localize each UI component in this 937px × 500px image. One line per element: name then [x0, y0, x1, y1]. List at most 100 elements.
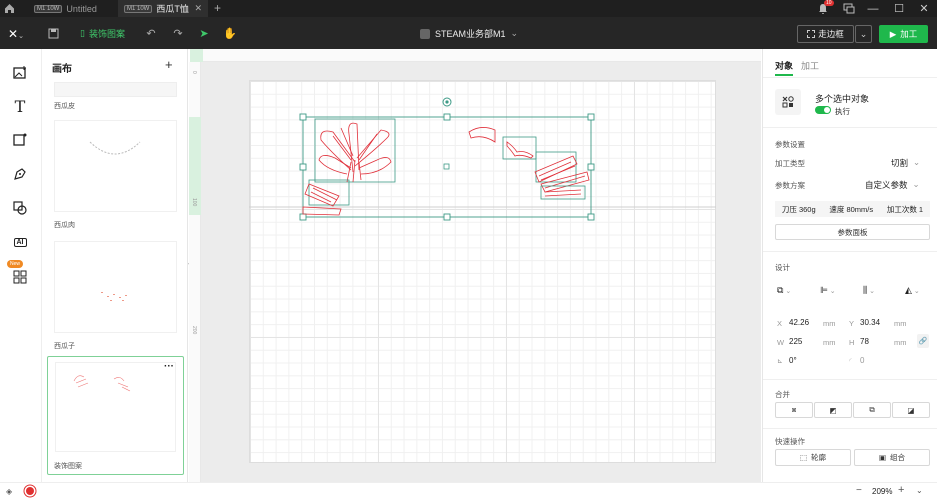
zoom-level[interactable]: 209% [872, 487, 892, 496]
frame-icon [807, 30, 816, 38]
outline-icon: ⬚ [799, 453, 808, 462]
param-panel-label: 参数面板 [837, 227, 868, 237]
palm-leaf-shape[interactable] [314, 118, 396, 183]
tab-title: Untitled [66, 3, 97, 14]
intersect-button[interactable]: ⧉ [853, 402, 891, 418]
image-add-icon[interactable] [11, 64, 29, 82]
chat-icon[interactable] [843, 3, 855, 15]
add-tab-button[interactable]: + [214, 1, 221, 15]
layer-label: 装饰图案 [54, 463, 82, 470]
align-left-icon[interactable]: ⊫ ⌄ [820, 285, 836, 296]
select-cursor-icon[interactable]: ➤ [196, 25, 212, 41]
maximize-icon[interactable]: ☐ [886, 0, 912, 17]
frame-button[interactable]: 走边框 [797, 25, 854, 43]
param-summary: 刀压 360g 速度 80mm/s 加工次数 1 [775, 201, 930, 217]
text-icon[interactable]: T [11, 97, 29, 116]
subtract-button[interactable]: ◩ [814, 402, 852, 418]
transform-icon[interactable]: ⧉ ⌄ [777, 285, 791, 296]
execute-toggle[interactable] [815, 106, 831, 114]
frame-dropdown[interactable]: ⌄ [855, 25, 872, 43]
exclude-button[interactable]: ◪ [892, 402, 930, 418]
w-unit: mm [823, 338, 836, 347]
layer-thumbnail [55, 121, 176, 211]
frame-label: 走边框 [818, 29, 844, 39]
params-header: 参数设置 [775, 140, 805, 149]
merge-header: 合并 [775, 390, 790, 399]
zoom-out-button[interactable]: − [856, 485, 862, 496]
process-button[interactable]: ▶ 加工 [879, 25, 928, 43]
union-icon: ⧈ [791, 405, 797, 414]
redo-icon[interactable]: ↷ [170, 25, 186, 41]
ruler-mark: 0 [191, 71, 197, 74]
layers-stack-icon[interactable]: ◈ [6, 487, 12, 496]
param-panel-button[interactable]: 参数面板 [775, 224, 930, 240]
ai-icon[interactable]: AI [11, 233, 29, 251]
tab-process[interactable]: 加工 [801, 59, 819, 72]
center-point [443, 163, 450, 170]
zoom-in-button[interactable]: + [898, 484, 904, 496]
selection-overlay[interactable] [201, 62, 761, 482]
y-input[interactable]: 30.34 [860, 318, 880, 327]
layer-item-selected[interactable]: ··· 装饰图案 [47, 356, 184, 475]
shape-icon[interactable] [11, 131, 29, 149]
device-selector[interactable]: STEAM业务部M1 ⌄ [420, 27, 518, 40]
canvas-area[interactable] [201, 62, 761, 482]
add-layer-button[interactable]: + [165, 57, 173, 72]
rotation-input[interactable]: 0° [789, 356, 797, 365]
tab-watermelon-shirt[interactable]: M1 10W 西瓜T恤 ✕ [118, 0, 208, 17]
pattern-button[interactable]: ▯ 装饰图案 [80, 27, 125, 40]
tab-object-underline [775, 74, 793, 76]
tab-object[interactable]: 对象 [775, 59, 793, 72]
home-icon[interactable] [4, 3, 15, 14]
hand-icon[interactable]: ✋ [222, 25, 238, 41]
rotation-icon: ⊾ [777, 358, 783, 365]
pattern-label: 装饰图案 [88, 29, 125, 39]
properties-panel: 对象 加工 多个选中对象 执行 参数设置 加工类型 切割 ⌄ 参数方案 自定义参数… [762, 49, 937, 482]
union-button[interactable]: ⧈ [775, 402, 813, 418]
file-icon: ▯ [80, 28, 85, 38]
corner-radius-input[interactable]: 0 [860, 356, 864, 365]
save-icon[interactable] [45, 25, 61, 41]
multi-select-icon [775, 89, 801, 115]
accent-shapes-right[interactable] [468, 127, 590, 200]
record-icon[interactable] [26, 487, 34, 495]
layer-item[interactable]: 西瓜皮 [49, 83, 182, 113]
times-value: 加工次数 1 [886, 204, 924, 214]
more-options-icon[interactable]: ··· [164, 361, 174, 372]
distribute-icon[interactable]: ⫼ ⌄ [863, 285, 875, 296]
layer-item[interactable]: 西瓜子 [49, 242, 182, 352]
chevron-down-icon[interactable]: ⌄ [916, 486, 923, 495]
app-logo-icon[interactable]: ✕⌄ [8, 27, 32, 41]
layer-item[interactable]: 西瓜肉 [49, 121, 182, 231]
apps-icon[interactable]: New [7, 260, 29, 286]
close-icon[interactable]: ✕ [194, 3, 202, 14]
bell-icon[interactable]: 10 [817, 0, 834, 15]
layers-panel: 画布 + 西瓜皮 西瓜肉 西瓜子 ··· 装饰图案 [42, 49, 188, 482]
undo-icon[interactable]: ↶ [143, 25, 159, 41]
outline-button[interactable]: ⬚ 轮廓 [775, 449, 851, 466]
ruler-origin [190, 49, 203, 62]
pressure-value: 刀压 360g [781, 204, 816, 214]
close-window-icon[interactable]: ✕ [911, 0, 937, 17]
device-chip: M1 10W [124, 4, 153, 13]
scheme-label: 参数方案 [775, 181, 805, 190]
process-type-select[interactable]: 切割 ⌄ [891, 157, 920, 169]
pen-icon[interactable] [11, 165, 29, 183]
device-chip: M1 10W [34, 4, 63, 13]
h-input[interactable]: 78 [860, 337, 869, 346]
group-button[interactable]: ▣ 组合 [854, 449, 930, 466]
minimize-icon[interactable]: — [860, 0, 886, 17]
layer-thumbnail [55, 242, 176, 332]
boolean-icon[interactable] [11, 199, 29, 217]
w-input[interactable]: 225 [789, 337, 802, 346]
x-input[interactable]: 42.26 [789, 318, 809, 327]
process-type-value: 切割 [891, 158, 909, 168]
stripe-shape-left[interactable] [302, 179, 350, 216]
scheme-select[interactable]: 自定义参数 ⌄ [865, 179, 920, 191]
lock-ratio-icon[interactable]: 🔗 [917, 334, 929, 348]
layer-label: 西瓜肉 [54, 222, 75, 229]
tab-untitled[interactable]: M1 10W Untitled [28, 0, 114, 17]
layer-label: 西瓜子 [54, 343, 75, 350]
ruler-mark: 200 [191, 326, 197, 335]
flip-icon[interactable]: ◭ ⌄ [905, 285, 920, 296]
